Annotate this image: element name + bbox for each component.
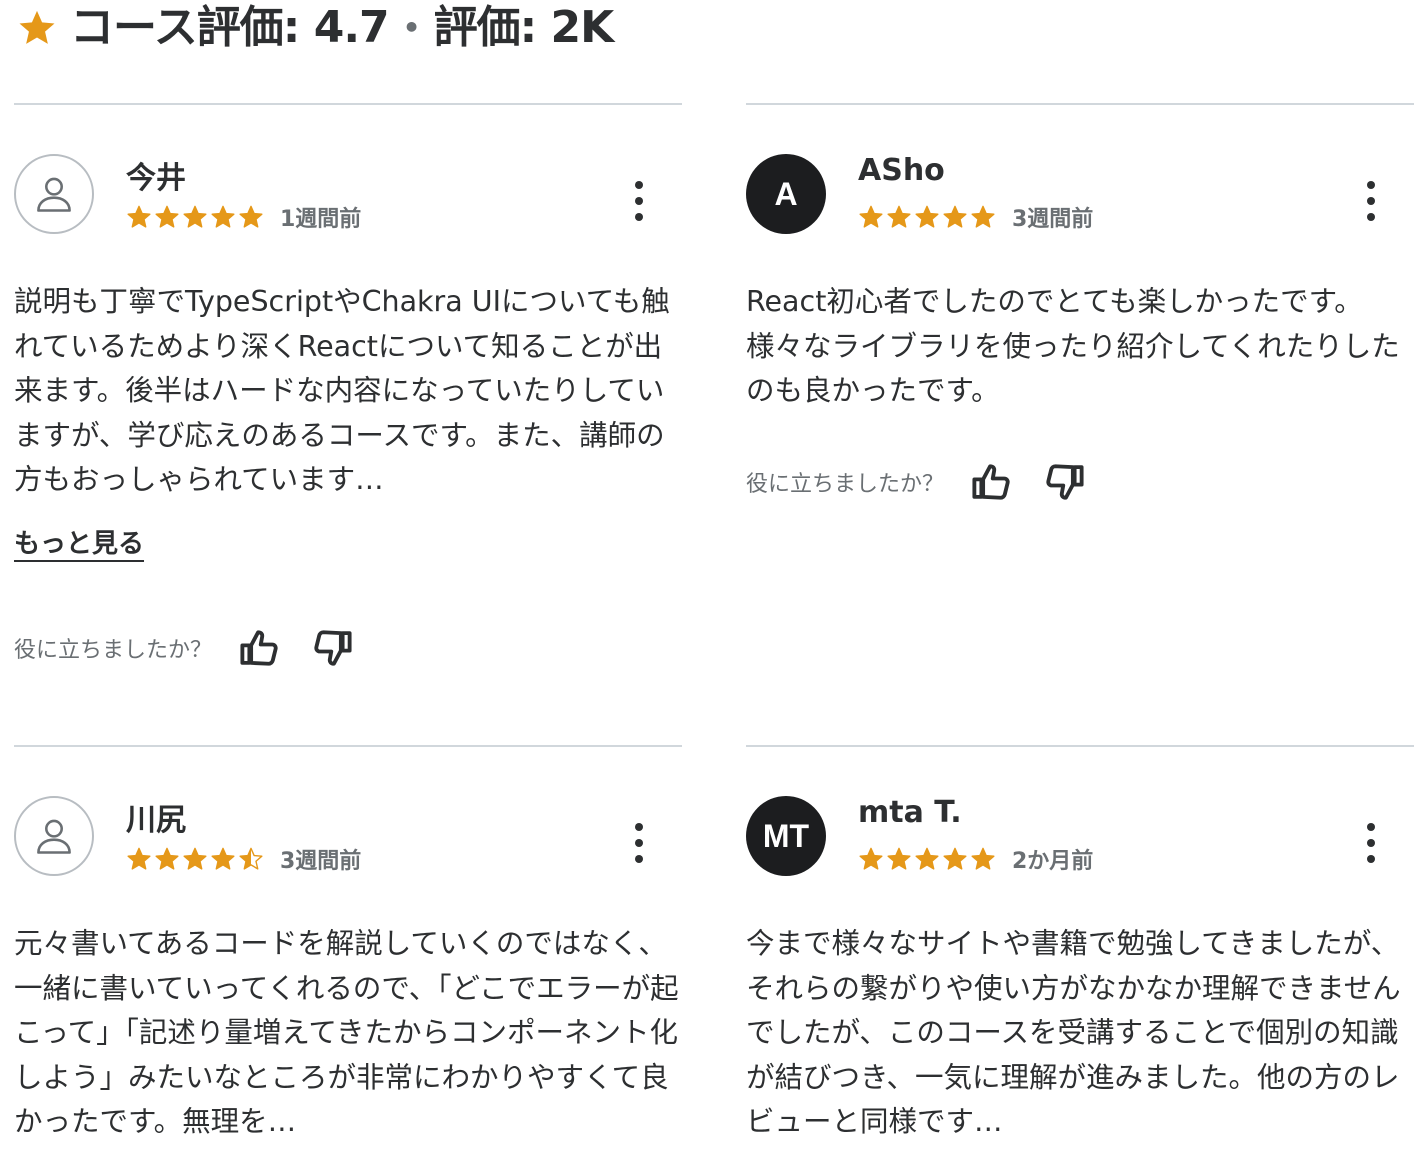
review-text: 今まで様々なサイトや書籍で勉強してきましたが、それらの繋がりや使い方がなかなか理… (746, 927, 1401, 1139)
star-icon (127, 847, 151, 870)
review-card: MT mta T. 2か月前 今まで様々なサイトや書籍で勉強してきましたが、それ… (746, 745, 1414, 1154)
review-card: 川尻 3週間前 元々書いてあるコードを解説していくのではなく、一緒に書いていって… (14, 745, 682, 1154)
divider (14, 745, 682, 747)
more-options-icon[interactable] (1364, 823, 1378, 863)
course-rating: コース評価: 4.7 (70, 2, 390, 53)
star-icon (971, 847, 995, 870)
star-icon (239, 205, 263, 228)
star-icon (943, 847, 967, 870)
star-icon (887, 205, 911, 228)
star-icon (915, 847, 939, 870)
reviews-page: コース評価: 4.7 • 評価: 2K 今井 1週間前 説明も丁寧でTypeSc… (0, 0, 1420, 1154)
avatar: MT (746, 796, 826, 876)
helpful-label: 役に立ちましたか？ (14, 638, 213, 663)
star-icon (239, 847, 263, 870)
separator-dot: • (402, 11, 421, 44)
star-icon (859, 205, 883, 228)
review-card: 今井 1週間前 説明も丁寧でTypeScriptやChakra UIについても触… (14, 103, 682, 703)
divider (746, 745, 1414, 747)
user-icon (37, 177, 71, 212)
thumbs-up-icon[interactable] (970, 461, 1012, 503)
star-icon (943, 205, 967, 228)
divider (14, 103, 682, 105)
avatar: A (746, 154, 826, 234)
rating-count: 評価: 2K (433, 2, 615, 53)
divider (746, 103, 1414, 105)
review-card: A ASho 3週間前 React初心者でしたのでとても楽しかったです。様々なラ… (746, 103, 1414, 603)
star-rating (858, 204, 996, 230)
star-rating (858, 846, 996, 872)
review-date: 2か月前 (1012, 849, 1094, 874)
review-date: 1週間前 (280, 207, 362, 232)
star-icon (183, 205, 207, 228)
more-options-icon[interactable] (1364, 181, 1378, 221)
more-options-icon[interactable] (632, 181, 646, 221)
star-icon (183, 847, 207, 870)
rating-header: コース評価: 4.7 • 評価: 2K (16, 0, 615, 56)
review-text: 説明も丁寧でTypeScriptやChakra UIについても触れているためより… (14, 285, 670, 497)
star-rating (126, 846, 264, 872)
reviewer-name: mta T. (858, 795, 962, 830)
thumbs-down-icon[interactable] (1044, 461, 1086, 503)
more-options-icon[interactable] (632, 823, 646, 863)
review-date: 3週間前 (1012, 207, 1094, 232)
review-text: 元々書いてあるコードを解説していくのではなく、一緒に書いていってくれるので、「ど… (14, 927, 679, 1139)
show-more-link[interactable]: もっと見る (14, 523, 144, 560)
star-icon (887, 847, 911, 870)
star-icon (971, 205, 995, 228)
star-icon (155, 847, 179, 870)
user-icon (37, 819, 71, 854)
star-icon (19, 10, 55, 44)
reviewer-name: 今井 (126, 161, 186, 196)
helpful-label: 役に立ちましたか？ (746, 472, 945, 497)
avatar (14, 796, 94, 876)
thumbs-up-icon[interactable] (238, 627, 280, 669)
star-icon (127, 205, 151, 228)
star-icon (915, 205, 939, 228)
avatar (14, 154, 94, 234)
star-rating (126, 204, 264, 230)
star-icon (211, 847, 235, 870)
star-icon (155, 205, 179, 228)
thumbs-down-icon[interactable] (312, 627, 354, 669)
review-date: 3週間前 (280, 849, 362, 874)
reviewer-name: 川尻 (126, 803, 186, 838)
star-icon (211, 205, 235, 228)
star-icon (859, 847, 883, 870)
review-text: React初心者でしたのでとても楽しかったです。様々なライブラリを使ったり紹介し… (746, 285, 1400, 408)
reviewer-name: ASho (858, 153, 945, 188)
